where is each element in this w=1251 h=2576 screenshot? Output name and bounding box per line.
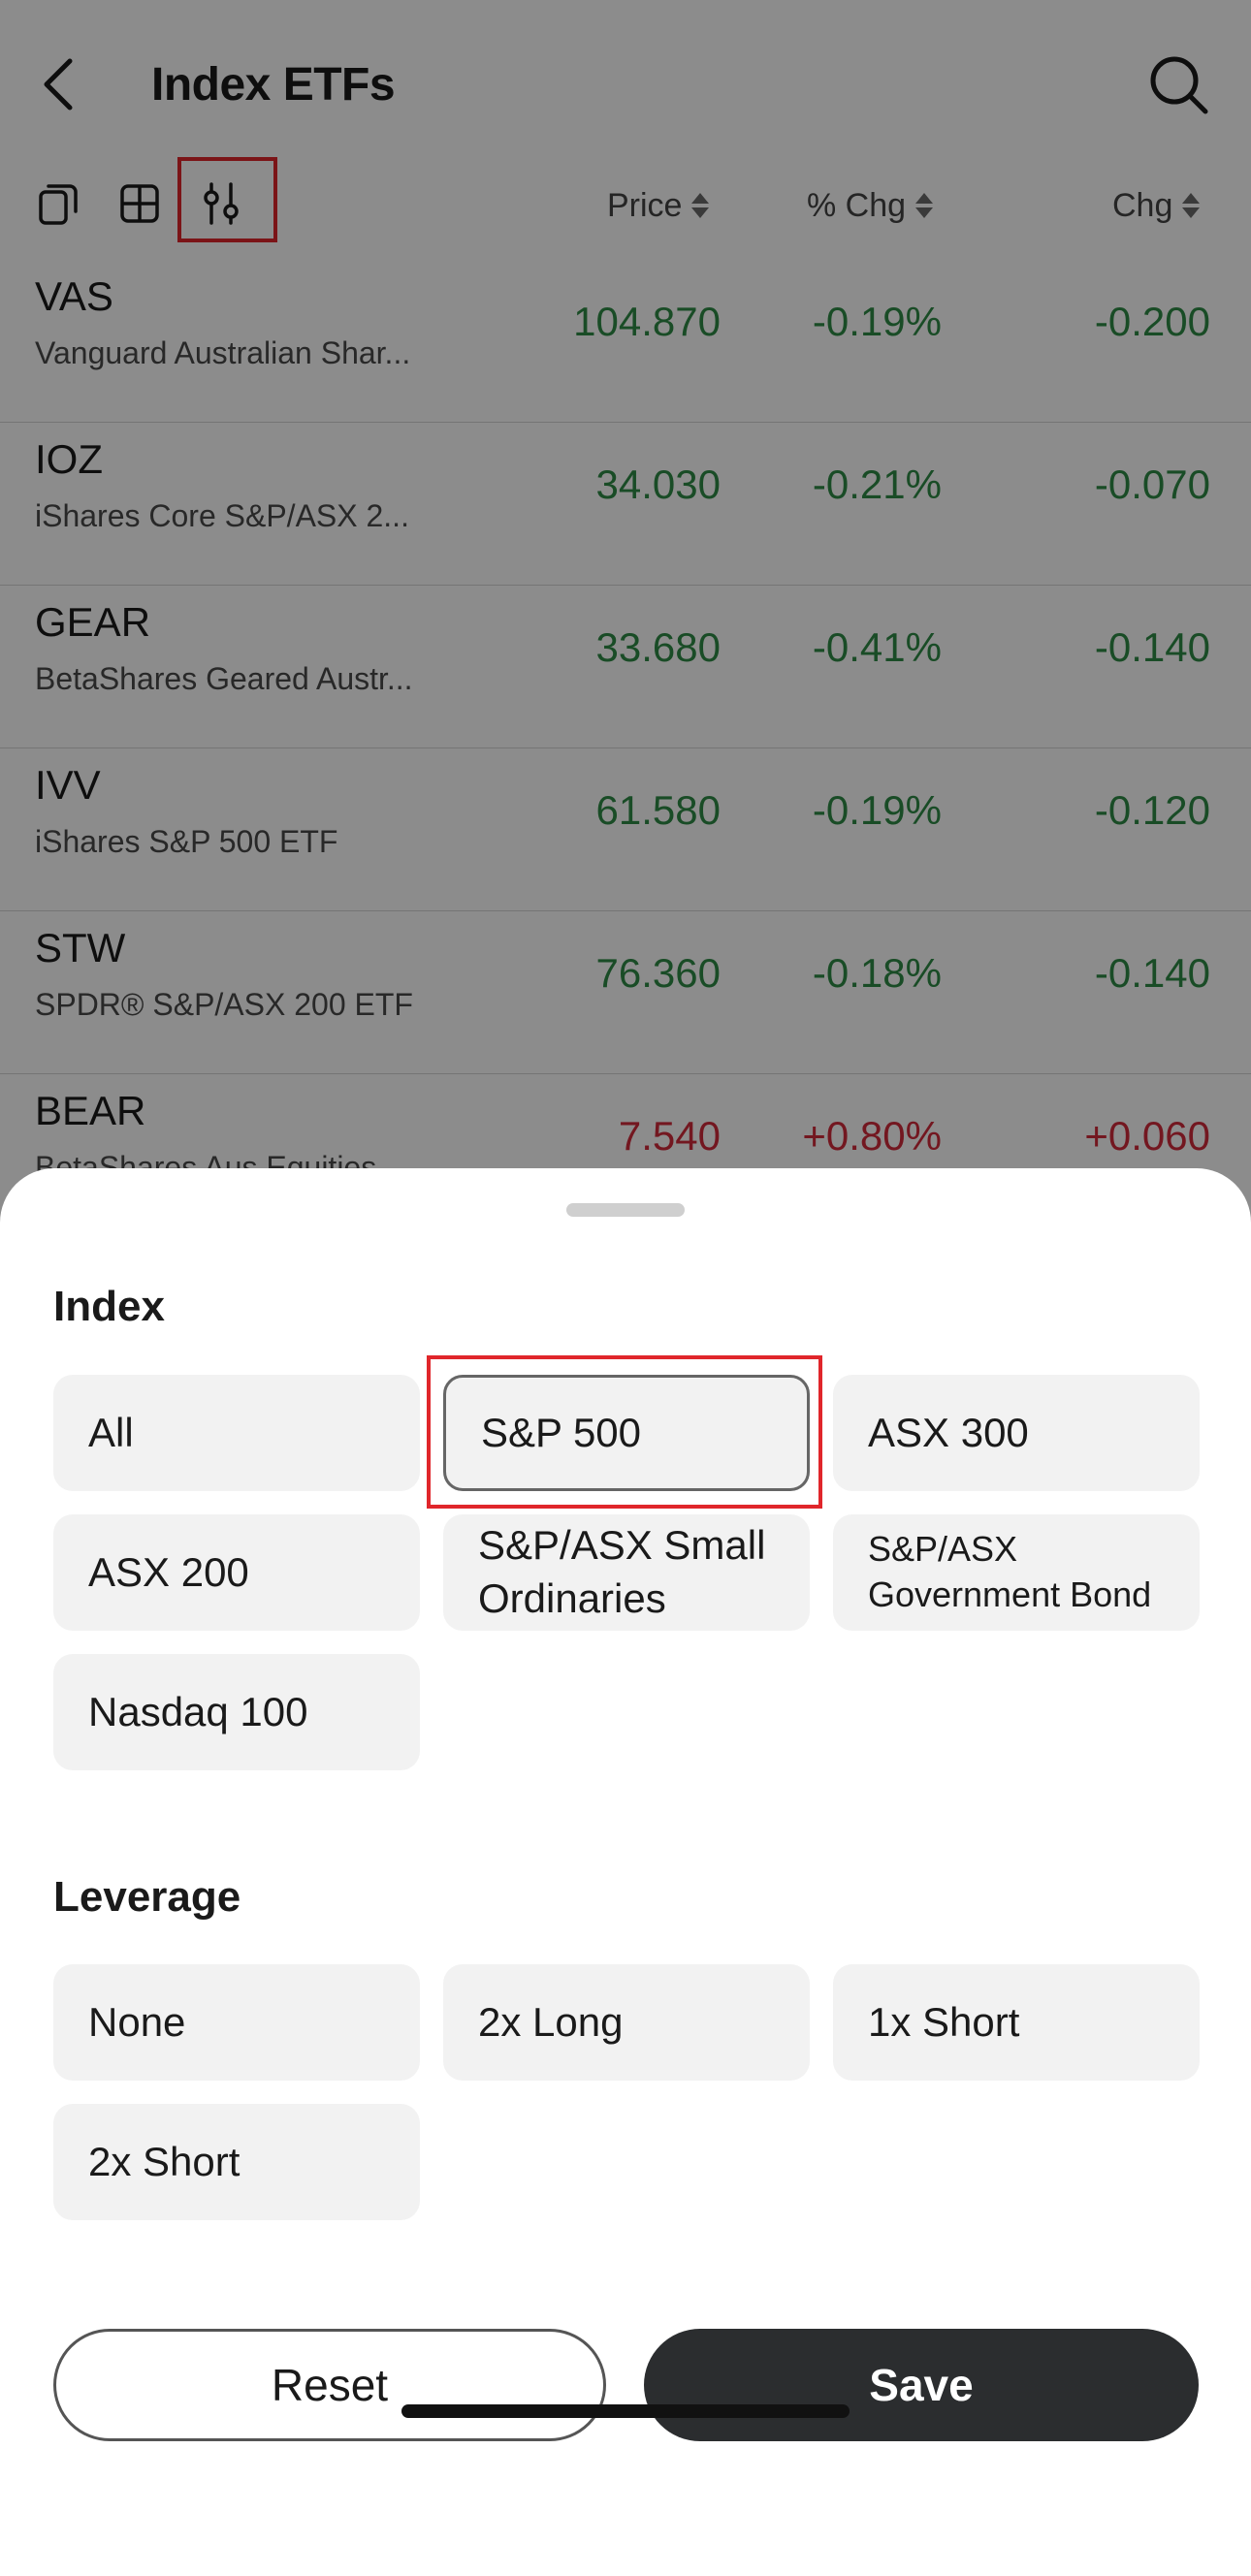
leverage-option-none[interactable]: None <box>53 1964 420 2081</box>
save-button[interactable]: Save <box>644 2329 1199 2441</box>
index-option-small-ordinaries[interactable]: S&P/ASX Small Ordinaries <box>443 1514 810 1631</box>
leverage-option-2x-short[interactable]: 2x Short <box>53 2104 420 2220</box>
index-section-title: Index <box>53 1283 165 1330</box>
index-option-all[interactable]: All <box>53 1375 420 1491</box>
index-option-asx200[interactable]: ASX 200 <box>53 1514 420 1631</box>
leverage-section-title: Leverage <box>53 1873 241 1921</box>
home-indicator <box>401 2404 850 2418</box>
leverage-option-2x-long[interactable]: 2x Long <box>443 1964 810 2081</box>
reset-button[interactable]: Reset <box>53 2329 606 2441</box>
leverage-option-1x-short[interactable]: 1x Short <box>833 1964 1200 2081</box>
index-option-nasdaq100[interactable]: Nasdaq 100 <box>53 1654 420 1770</box>
filter-bottom-sheet: Index All S&P 500 ASX 300 ASX 200 S&P/AS… <box>0 1168 1251 2576</box>
sheet-drag-handle[interactable] <box>566 1203 685 1217</box>
selected-option-highlight <box>427 1355 822 1509</box>
index-option-asx300[interactable]: ASX 300 <box>833 1375 1200 1491</box>
index-option-government-bond[interactable]: S&P/ASX Government Bond <box>833 1514 1200 1631</box>
